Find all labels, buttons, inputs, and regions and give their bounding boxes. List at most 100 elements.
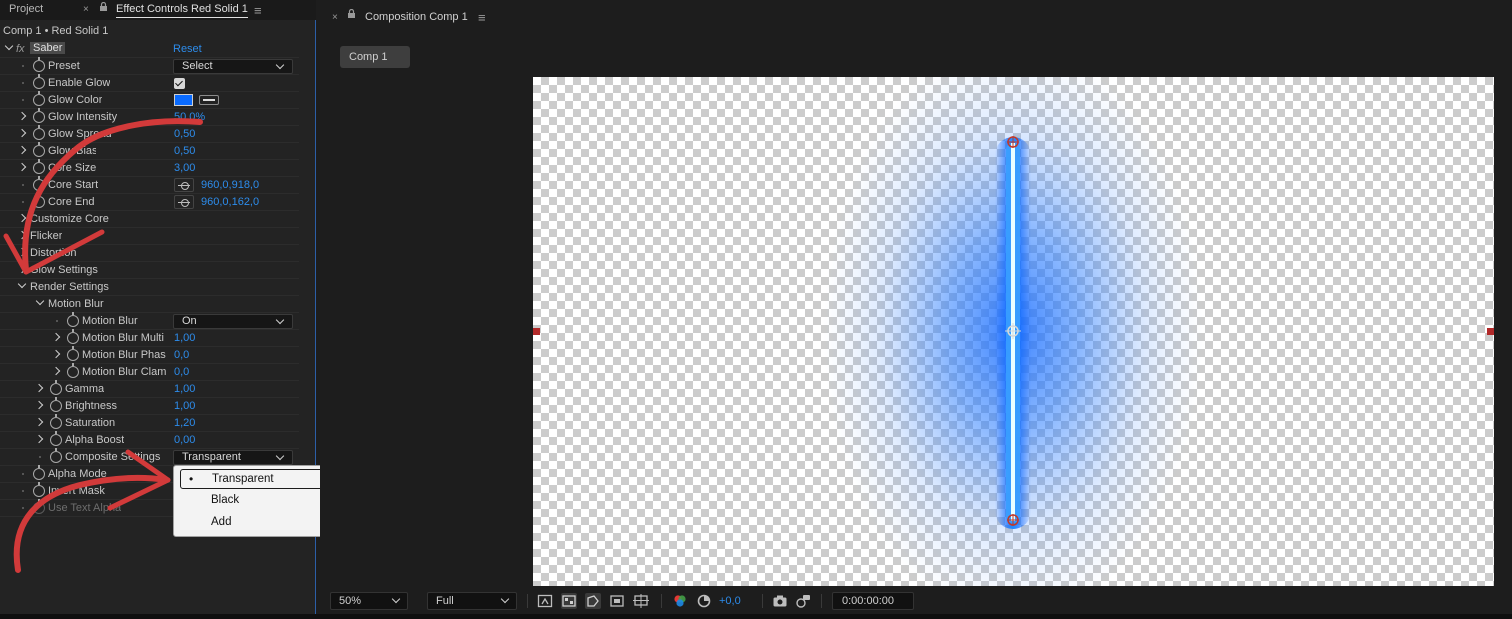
twirl-right-icon[interactable] (52, 367, 60, 375)
core-size-value[interactable]: 3,00 (174, 162, 195, 174)
composition-viewer[interactable] (533, 77, 1494, 586)
layer-handle-right[interactable] (1487, 328, 1494, 335)
transparency-grid-icon[interactable] (561, 593, 577, 609)
lock-icon[interactable] (99, 1, 108, 15)
twirl-down-icon[interactable] (18, 282, 26, 290)
glow-color-swatch[interactable] (174, 94, 193, 106)
alpha-boost-value[interactable]: 0,00 (174, 434, 195, 446)
lock-icon[interactable] (347, 8, 356, 22)
stopwatch-icon[interactable] (33, 465, 45, 480)
stopwatch-icon[interactable] (33, 159, 45, 174)
group-glow-settings[interactable]: Glow Settings (0, 262, 299, 279)
motion-blur-phase-value[interactable]: 0,0 (174, 349, 189, 361)
twirl-right-icon[interactable] (18, 163, 26, 171)
stopwatch-icon[interactable] (33, 142, 45, 157)
stopwatch-icon[interactable] (67, 363, 79, 378)
saturation-value[interactable]: 1,20 (174, 417, 195, 429)
stopwatch-icon[interactable] (50, 448, 62, 463)
menu-item-add[interactable]: Add (180, 513, 328, 533)
group-motion-blur[interactable]: Motion Blur (0, 296, 299, 313)
stopwatch-icon[interactable] (33, 74, 45, 89)
twirl-right-icon[interactable] (18, 129, 26, 137)
glow-spread-value[interactable]: 0,50 (174, 128, 195, 140)
twirl-right-icon[interactable] (18, 248, 26, 256)
color-channels-icon[interactable] (672, 593, 688, 609)
twirl-right-icon[interactable] (35, 418, 43, 426)
prop-enable-glow: Enable Glow (0, 74, 299, 92)
stopwatch-icon[interactable] (50, 431, 62, 446)
glow-intensity-value[interactable]: 50,0% (174, 111, 205, 123)
fast-previews-icon[interactable] (537, 593, 553, 609)
twirl-right-icon[interactable] (52, 333, 60, 341)
snapshot-icon[interactable] (772, 593, 788, 609)
effect-header-saber[interactable]: fx Saber Reset (0, 41, 299, 58)
resolution-dropdown[interactable]: Full (427, 592, 517, 610)
composite-settings-dropdown[interactable]: Transparent (173, 450, 293, 465)
group-customize-core[interactable]: Customize Core (0, 211, 299, 228)
layer-handle-left[interactable] (533, 328, 540, 335)
stopwatch-icon[interactable] (33, 193, 45, 208)
stopwatch-icon[interactable] (67, 346, 79, 361)
brightness-value[interactable]: 1,00 (174, 400, 195, 412)
twirl-right-icon[interactable] (18, 265, 26, 273)
stopwatch-icon[interactable] (50, 380, 62, 395)
tab-composition[interactable]: Composition Comp 1 (365, 11, 468, 23)
stopwatch-icon[interactable] (67, 329, 79, 344)
eyedropper-icon[interactable] (199, 95, 219, 105)
twirl-down-icon[interactable] (5, 44, 13, 52)
exposure-value[interactable]: +0,0 (719, 595, 741, 607)
twirl-right-icon[interactable] (18, 112, 26, 120)
stopwatch-icon[interactable] (67, 312, 79, 327)
reset-exposure-icon[interactable] (696, 593, 712, 609)
crosshair-icon[interactable] (174, 195, 194, 209)
tab-project[interactable]: Project (9, 3, 43, 15)
panel-menu-icon[interactable]: ≡ (478, 10, 486, 25)
show-snapshot-icon[interactable] (795, 593, 811, 609)
twirl-right-icon[interactable] (35, 401, 43, 409)
zoom-dropdown[interactable]: 50% (330, 592, 408, 610)
stopwatch-icon[interactable] (33, 125, 45, 140)
group-flicker[interactable]: Flicker (0, 228, 299, 245)
twirl-right-icon[interactable] (52, 350, 60, 358)
stopwatch-icon[interactable] (33, 57, 45, 72)
menu-item-transparent[interactable]: • Transparent (180, 469, 328, 489)
close-icon[interactable]: × (332, 12, 338, 23)
motion-blur-multi-value[interactable]: 1,00 (174, 332, 195, 344)
twirl-down-icon[interactable] (36, 299, 44, 307)
core-end-value[interactable]: 960,0,162,0 (201, 196, 259, 208)
current-time-display[interactable]: 0:00:00:00 (832, 592, 914, 610)
tree-dot (56, 320, 58, 322)
reset-link[interactable]: Reset (173, 43, 202, 55)
motion-blur-clamp-value[interactable]: 0,0 (174, 366, 189, 378)
comp-breadcrumb-button[interactable]: Comp 1 (340, 46, 410, 68)
glow-bias-value[interactable]: 0,50 (174, 145, 195, 157)
mask-visibility-icon[interactable] (585, 593, 601, 609)
twirl-right-icon[interactable] (35, 384, 43, 392)
guides-icon[interactable] (633, 593, 649, 609)
motion-blur-dropdown[interactable]: On (173, 314, 293, 329)
gamma-value[interactable]: 1,00 (174, 383, 195, 395)
stopwatch-icon[interactable] (33, 108, 45, 123)
effect-name[interactable]: Saber (30, 42, 66, 54)
stopwatch-icon[interactable] (33, 91, 45, 106)
crosshair-icon[interactable] (174, 178, 194, 192)
group-render-settings[interactable]: Render Settings (0, 279, 299, 296)
twirl-right-icon[interactable] (35, 435, 43, 443)
stopwatch-icon[interactable] (33, 176, 45, 191)
panel-menu-icon[interactable]: ≡ (254, 3, 262, 18)
preset-dropdown[interactable]: Select (173, 59, 293, 74)
menu-item-black[interactable]: Black (180, 491, 328, 511)
stopwatch-icon[interactable] (33, 482, 45, 497)
fx-icon[interactable]: fx (16, 43, 25, 55)
group-distortion[interactable]: Distortion (0, 245, 299, 262)
region-of-interest-icon[interactable] (609, 593, 625, 609)
stopwatch-icon[interactable] (50, 414, 62, 429)
stopwatch-icon[interactable] (50, 397, 62, 412)
twirl-right-icon[interactable] (18, 231, 26, 239)
twirl-right-icon[interactable] (18, 146, 26, 154)
tab-effect-controls[interactable]: Effect Controls Red Solid 1 (116, 3, 248, 18)
enable-glow-checkbox[interactable] (174, 78, 185, 89)
close-icon[interactable]: × (83, 4, 89, 15)
twirl-right-icon[interactable] (18, 214, 26, 222)
core-start-value[interactable]: 960,0,918,0 (201, 179, 259, 191)
